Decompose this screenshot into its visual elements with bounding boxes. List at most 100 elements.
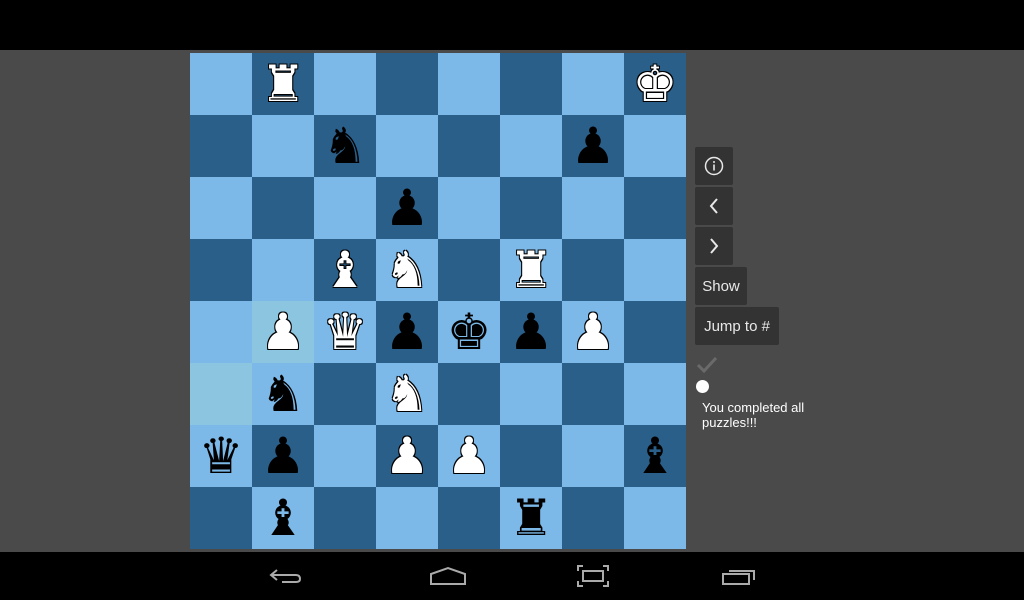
black-bishop-piece[interactable]: ♝ — [633, 431, 678, 481]
square-a3[interactable] — [190, 363, 252, 425]
square-g1[interactable] — [562, 487, 624, 549]
black-pawn-piece[interactable]: ♟ — [385, 307, 430, 357]
black-pawn-piece[interactable]: ♟ — [509, 307, 554, 357]
square-h5[interactable] — [624, 239, 686, 301]
square-f8[interactable] — [500, 53, 562, 115]
square-c6[interactable] — [314, 177, 376, 239]
black-rook-piece[interactable]: ♜ — [509, 493, 554, 543]
square-c5[interactable]: ♝ — [314, 239, 376, 301]
square-h6[interactable] — [624, 177, 686, 239]
white-queen-piece[interactable]: ♛ — [323, 307, 368, 357]
square-e2[interactable]: ♟ — [438, 425, 500, 487]
square-a8[interactable] — [190, 53, 252, 115]
square-h8[interactable]: ♚ — [624, 53, 686, 115]
square-g2[interactable] — [562, 425, 624, 487]
white-pawn-piece[interactable]: ♟ — [447, 431, 492, 481]
square-b6[interactable] — [252, 177, 314, 239]
square-e6[interactable] — [438, 177, 500, 239]
square-f3[interactable] — [500, 363, 562, 425]
square-g7[interactable]: ♟ — [562, 115, 624, 177]
square-d4[interactable]: ♟ — [376, 301, 438, 363]
square-g8[interactable] — [562, 53, 624, 115]
show-button[interactable]: Show — [695, 267, 747, 305]
home-button[interactable] — [428, 560, 468, 592]
square-a4[interactable] — [190, 301, 252, 363]
square-h1[interactable] — [624, 487, 686, 549]
white-pawn-piece[interactable]: ♟ — [571, 307, 616, 357]
square-g3[interactable] — [562, 363, 624, 425]
white-rook-piece[interactable]: ♜ — [261, 59, 306, 109]
next-button[interactable] — [695, 227, 733, 265]
jump-to-button[interactable]: Jump to # — [695, 307, 779, 345]
black-pawn-piece[interactable]: ♟ — [571, 121, 616, 171]
black-knight-piece[interactable]: ♞ — [323, 121, 368, 171]
screenshot-icon — [577, 565, 609, 587]
square-a5[interactable] — [190, 239, 252, 301]
square-b2[interactable]: ♟ — [252, 425, 314, 487]
square-b8[interactable]: ♜ — [252, 53, 314, 115]
square-c2[interactable] — [314, 425, 376, 487]
white-king-piece[interactable]: ♚ — [633, 59, 678, 109]
square-h3[interactable] — [624, 363, 686, 425]
square-h4[interactable] — [624, 301, 686, 363]
square-g4[interactable]: ♟ — [562, 301, 624, 363]
square-a2[interactable]: ♛ — [190, 425, 252, 487]
square-e5[interactable] — [438, 239, 500, 301]
square-c7[interactable]: ♞ — [314, 115, 376, 177]
square-c8[interactable] — [314, 53, 376, 115]
square-f5[interactable]: ♜ — [500, 239, 562, 301]
status-radio[interactable] — [696, 380, 709, 393]
info-button[interactable] — [695, 147, 733, 185]
square-b3[interactable]: ♞ — [252, 363, 314, 425]
black-knight-piece[interactable]: ♞ — [261, 369, 306, 419]
square-e7[interactable] — [438, 115, 500, 177]
white-knight-piece[interactable]: ♞ — [385, 369, 430, 419]
screenshot-button[interactable] — [573, 560, 613, 592]
square-b4[interactable]: ♟ — [252, 301, 314, 363]
square-c3[interactable] — [314, 363, 376, 425]
black-bishop-piece[interactable]: ♝ — [261, 493, 306, 543]
square-d7[interactable] — [376, 115, 438, 177]
square-c4[interactable]: ♛ — [314, 301, 376, 363]
square-d5[interactable]: ♞ — [376, 239, 438, 301]
black-queen-piece[interactable]: ♛ — [199, 431, 244, 481]
square-c1[interactable] — [314, 487, 376, 549]
square-a6[interactable] — [190, 177, 252, 239]
square-b7[interactable] — [252, 115, 314, 177]
white-bishop-piece[interactable]: ♝ — [323, 245, 368, 295]
white-knight-piece[interactable]: ♞ — [385, 245, 430, 295]
white-pawn-piece[interactable]: ♟ — [261, 307, 306, 357]
black-king-piece[interactable]: ♚ — [447, 307, 492, 357]
black-pawn-piece[interactable]: ♟ — [261, 431, 306, 481]
recents-button[interactable] — [719, 560, 759, 592]
square-f4[interactable]: ♟ — [500, 301, 562, 363]
square-a1[interactable] — [190, 487, 252, 549]
previous-button[interactable] — [695, 187, 733, 225]
square-d8[interactable] — [376, 53, 438, 115]
black-pawn-piece[interactable]: ♟ — [385, 183, 430, 233]
navigation-bar — [0, 552, 1024, 600]
square-e4[interactable]: ♚ — [438, 301, 500, 363]
square-f2[interactable] — [500, 425, 562, 487]
square-e1[interactable] — [438, 487, 500, 549]
square-d1[interactable] — [376, 487, 438, 549]
square-d6[interactable]: ♟ — [376, 177, 438, 239]
square-e8[interactable] — [438, 53, 500, 115]
square-a7[interactable] — [190, 115, 252, 177]
square-f1[interactable]: ♜ — [500, 487, 562, 549]
square-h7[interactable] — [624, 115, 686, 177]
chess-board[interactable]: ♜ ♚ ♞ ♟ ♟ ♝ ♞ ♜ ♟ ♛ ♟ ♚ ♟ ♟ ♞ ♞ ♛ ♟ ♟ ♟ ♝ ♝ ♜ — [190, 53, 686, 549]
square-d3[interactable]: ♞ — [376, 363, 438, 425]
square-h2[interactable]: ♝ — [624, 425, 686, 487]
square-b1[interactable]: ♝ — [252, 487, 314, 549]
square-g5[interactable] — [562, 239, 624, 301]
square-d2[interactable]: ♟ — [376, 425, 438, 487]
square-e3[interactable] — [438, 363, 500, 425]
square-f7[interactable] — [500, 115, 562, 177]
white-rook-piece[interactable]: ♜ — [509, 245, 554, 295]
white-pawn-piece[interactable]: ♟ — [385, 431, 430, 481]
square-b5[interactable] — [252, 239, 314, 301]
back-button[interactable] — [266, 560, 306, 592]
square-g6[interactable] — [562, 177, 624, 239]
square-f6[interactable] — [500, 177, 562, 239]
